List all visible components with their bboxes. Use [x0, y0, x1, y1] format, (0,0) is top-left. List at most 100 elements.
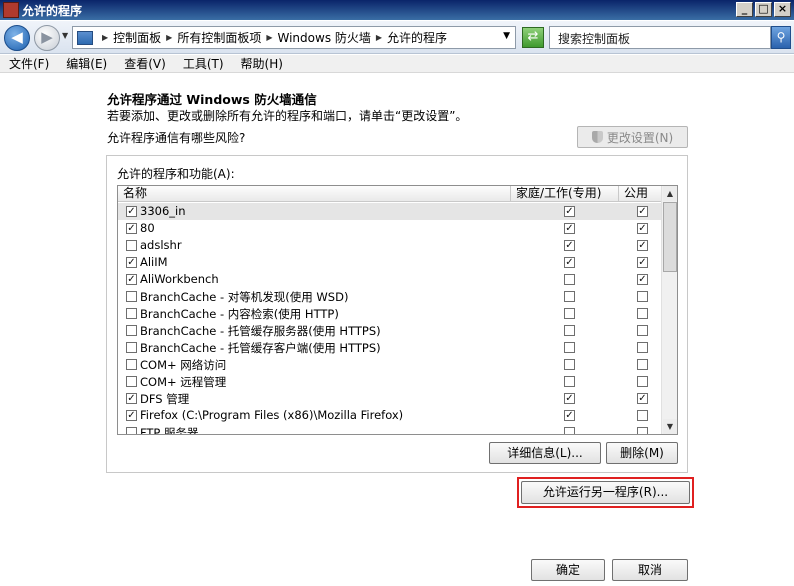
allowed-programs-list[interactable]: 名称 家庭/工作(专用) 公用 ✓ 3306_in ✓ ✓ ✓ 80 ✓ ✓ adslshr ✓ ✓… — [117, 185, 678, 435]
table-row[interactable]: adslshr ✓ ✓ — [118, 237, 663, 254]
breadcrumb-allowed-programs[interactable]: 允许的程序 — [387, 29, 447, 46]
ok-button[interactable]: 确定 — [531, 559, 605, 581]
public-checkbox[interactable]: ✓ — [637, 206, 648, 217]
program-enabled-checkbox[interactable]: ✓ — [126, 393, 137, 404]
recent-pages-dropdown-icon[interactable]: ▼ — [62, 31, 68, 40]
home-work-checkbox[interactable]: ✓ — [564, 410, 575, 421]
public-checkbox[interactable] — [637, 376, 648, 387]
home-work-checkbox[interactable]: ✓ — [564, 393, 575, 404]
breadcrumb-control-panel[interactable]: 控制面板 — [113, 29, 161, 46]
delete-button[interactable]: 删除(M) — [606, 442, 678, 464]
search-icon[interactable]: ⚲ — [771, 26, 791, 49]
program-enabled-checkbox[interactable]: ✓ — [126, 206, 137, 217]
minimize-button[interactable]: _ — [736, 2, 753, 17]
program-name: COM+ 远程管理 — [140, 375, 227, 389]
table-row[interactable]: BranchCache - 托管缓存客户端(使用 HTTPS) — [118, 339, 663, 356]
chevron-right-icon[interactable]: ▶ — [266, 33, 272, 42]
home-work-checkbox[interactable]: ✓ — [564, 257, 575, 268]
program-enabled-checkbox[interactable] — [126, 325, 137, 336]
home-work-checkbox[interactable] — [564, 274, 575, 285]
maximize-button[interactable]: □ — [755, 2, 772, 17]
column-header-public[interactable]: 公用 — [619, 186, 663, 202]
home-work-checkbox[interactable] — [564, 308, 575, 319]
close-button[interactable]: × — [774, 2, 791, 17]
column-header-name[interactable]: 名称 — [118, 186, 511, 202]
public-checkbox[interactable]: ✓ — [637, 274, 648, 285]
program-name: BranchCache - 内容检索(使用 HTTP) — [140, 307, 339, 321]
forward-arrow-icon[interactable]: ▶ — [34, 25, 60, 51]
program-enabled-checkbox[interactable]: ✓ — [126, 257, 137, 268]
home-work-checkbox[interactable] — [564, 342, 575, 353]
vertical-scrollbar[interactable]: ▲ ▼ — [661, 186, 677, 434]
public-checkbox[interactable]: ✓ — [637, 257, 648, 268]
risk-info-link[interactable]: 允许程序通信有哪些风险? — [107, 129, 245, 146]
program-enabled-checkbox[interactable]: ✓ — [126, 410, 137, 421]
home-work-checkbox[interactable]: ✓ — [564, 206, 575, 217]
public-checkbox[interactable]: ✓ — [637, 240, 648, 251]
change-settings-button[interactable]: 更改设置(N) — [577, 126, 688, 148]
allow-another-program-button[interactable]: 允许运行另一程序(R)... — [521, 481, 690, 504]
public-checkbox[interactable] — [637, 325, 648, 336]
breadcrumb[interactable]: ▶ 控制面板 ▶ 所有控制面板项 ▶ Windows 防火墙 ▶ 允许的程序 ▼ — [72, 26, 516, 49]
public-checkbox[interactable] — [637, 427, 648, 434]
table-row[interactable]: ✓ AliIM ✓ ✓ — [118, 254, 663, 271]
program-enabled-checkbox[interactable] — [126, 308, 137, 319]
table-row[interactable]: BranchCache - 对等机发现(使用 WSD) — [118, 288, 663, 305]
home-work-checkbox[interactable] — [564, 291, 575, 302]
breadcrumb-windows-firewall[interactable]: Windows 防火墙 — [278, 29, 371, 46]
menu-view[interactable]: 查看(V) — [115, 55, 174, 72]
home-work-checkbox[interactable] — [564, 427, 575, 434]
home-work-checkbox[interactable] — [564, 325, 575, 336]
scroll-down-icon[interactable]: ▼ — [663, 419, 677, 434]
public-checkbox[interactable]: ✓ — [637, 223, 648, 234]
public-checkbox[interactable] — [637, 308, 648, 319]
home-work-checkbox[interactable] — [564, 359, 575, 370]
table-row[interactable]: COM+ 远程管理 — [118, 373, 663, 390]
public-checkbox[interactable] — [637, 291, 648, 302]
chevron-right-icon[interactable]: ▶ — [166, 33, 172, 42]
program-enabled-checkbox[interactable] — [126, 240, 137, 251]
scroll-up-icon[interactable]: ▲ — [663, 186, 677, 201]
menu-file[interactable]: 文件(F) — [0, 55, 57, 72]
table-row[interactable]: ✓ 80 ✓ ✓ — [118, 220, 663, 237]
program-name: AliIM — [140, 255, 168, 269]
public-checkbox[interactable]: ✓ — [637, 393, 648, 404]
column-header-home[interactable]: 家庭/工作(专用) — [511, 186, 619, 202]
table-row[interactable]: FTP 服务器 — [118, 424, 663, 434]
program-name: AliWorkbench — [140, 272, 219, 286]
menu-edit[interactable]: 编辑(E) — [57, 55, 115, 72]
menu-bar: 文件(F) 编辑(E) 查看(V) 工具(T) 帮助(H) — [0, 55, 794, 73]
table-row[interactable]: ✓ DFS 管理 ✓ ✓ — [118, 390, 663, 407]
scrollbar-thumb[interactable] — [663, 202, 677, 272]
public-checkbox[interactable] — [637, 342, 648, 353]
program-enabled-checkbox[interactable]: ✓ — [126, 223, 137, 234]
table-row[interactable]: ✓ 3306_in ✓ ✓ — [118, 203, 663, 220]
program-enabled-checkbox[interactable] — [126, 359, 137, 370]
home-work-checkbox[interactable]: ✓ — [564, 223, 575, 234]
table-row[interactable]: ✓ Firefox (C:\Program Files (x86)\Mozilla… — [118, 407, 663, 424]
menu-tools[interactable]: 工具(T) — [174, 55, 232, 72]
home-work-checkbox[interactable]: ✓ — [564, 240, 575, 251]
details-button[interactable]: 详细信息(L)... — [489, 442, 601, 464]
home-work-checkbox[interactable] — [564, 376, 575, 387]
program-enabled-checkbox[interactable] — [126, 376, 137, 387]
table-row[interactable]: BranchCache - 内容检索(使用 HTTP) — [118, 305, 663, 322]
table-row[interactable]: BranchCache - 托管缓存服务器(使用 HTTPS) — [118, 322, 663, 339]
program-enabled-checkbox[interactable] — [126, 291, 137, 302]
search-input[interactable]: 搜索控制面板 — [549, 26, 771, 49]
program-enabled-checkbox[interactable]: ✓ — [126, 274, 137, 285]
cancel-button[interactable]: 取消 — [612, 559, 688, 581]
chevron-right-icon[interactable]: ▶ — [376, 33, 382, 42]
refresh-icon[interactable]: ⇄ — [522, 27, 544, 48]
table-row[interactable]: ✓ AliWorkbench ✓ — [118, 271, 663, 288]
chevron-down-icon[interactable]: ▼ — [503, 31, 510, 41]
menu-help[interactable]: 帮助(H) — [232, 55, 291, 72]
chevron-right-icon[interactable]: ▶ — [102, 33, 108, 42]
breadcrumb-all-items[interactable]: 所有控制面板项 — [177, 29, 261, 46]
program-enabled-checkbox[interactable] — [126, 427, 137, 434]
public-checkbox[interactable] — [637, 359, 648, 370]
program-enabled-checkbox[interactable] — [126, 342, 137, 353]
public-checkbox[interactable] — [637, 410, 648, 421]
table-row[interactable]: COM+ 网络访问 — [118, 356, 663, 373]
back-arrow-icon[interactable]: ◀ — [4, 25, 30, 51]
